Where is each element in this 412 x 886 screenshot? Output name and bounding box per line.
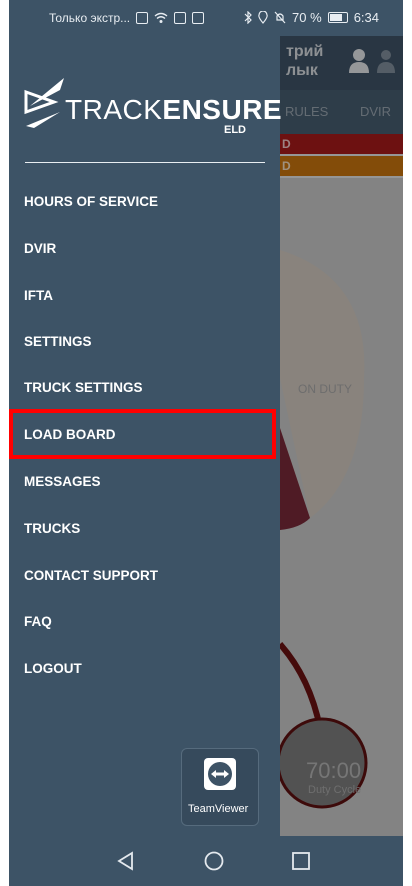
recent-apps-icon[interactable] — [290, 850, 312, 872]
carrier-text: Только экстр... — [49, 11, 131, 25]
menu-item-label: MESSAGES — [24, 474, 101, 489]
menu-item-label: DVIR — [24, 241, 57, 256]
video-icon — [192, 12, 205, 24]
battery-percent: 70 % — [292, 10, 322, 25]
menu-item-ifta[interactable]: IFTA — [9, 276, 280, 316]
menu-item-label: SETTINGS — [24, 334, 92, 349]
clock: 6:34 — [353, 10, 379, 25]
menu-item-label: TRUCKS — [24, 521, 81, 536]
teamviewer-button[interactable]: TeamViewer — [181, 748, 259, 826]
system-nav-bar — [9, 836, 403, 886]
menu-item-label: FAQ — [24, 614, 52, 629]
mute-icon — [274, 11, 286, 24]
notification-icon — [174, 12, 187, 24]
battery-icon — [327, 12, 348, 23]
back-icon[interactable] — [115, 850, 137, 872]
bluetooth-icon — [244, 11, 252, 24]
menu-item-label: LOGOUT — [24, 661, 82, 676]
brand-ensure: ENSURE — [162, 94, 283, 125]
menu-item-contact-support[interactable]: CONTACT SUPPORT — [9, 556, 280, 596]
highlight-frame — [9, 409, 276, 459]
phone-screen: Только экстр... 70 % 6:34 трий лык RULES… — [9, 0, 403, 886]
drawer-divider — [25, 162, 265, 163]
teamviewer-label: TeamViewer — [188, 803, 249, 815]
brand-name: TRACKENSURE — [65, 94, 282, 126]
menu-item-label: TRUCK SETTINGS — [24, 380, 143, 395]
teamviewer-icon — [204, 758, 236, 790]
sim-icon — [136, 12, 149, 24]
menu-item-settings[interactable]: SETTINGS — [9, 322, 280, 362]
menu-item-label: CONTACT SUPPORT — [24, 568, 158, 583]
menu-item-messages[interactable]: MESSAGES — [9, 462, 280, 502]
wifi-icon — [154, 12, 168, 23]
menu-item-truck-settings[interactable]: TRUCK SETTINGS — [9, 368, 280, 408]
status-bar: Только экстр... 70 % 6:34 — [9, 0, 403, 36]
menu-item-trucks[interactable]: TRUCKS — [9, 509, 280, 549]
menu-item-label: IFTA — [24, 288, 53, 303]
menu-item-logout[interactable]: LOGOUT — [9, 649, 280, 689]
menu-item-dvir[interactable]: DVIR — [9, 229, 280, 269]
brand-track: TRACK — [65, 94, 163, 125]
menu-item-label: HOURS OF SERVICE — [24, 194, 159, 209]
brand-eld: ELD — [224, 124, 246, 136]
navigation-drawer: TRACKENSURE ELD HOURS OF SERVICE DVIR IF… — [9, 36, 282, 836]
home-icon[interactable] — [203, 850, 225, 872]
menu-item-faq[interactable]: FAQ — [9, 602, 280, 642]
drawer-scrim[interactable] — [280, 36, 403, 836]
location-icon — [258, 11, 268, 24]
menu-item-hours-of-service[interactable]: HOURS OF SERVICE — [9, 182, 280, 222]
